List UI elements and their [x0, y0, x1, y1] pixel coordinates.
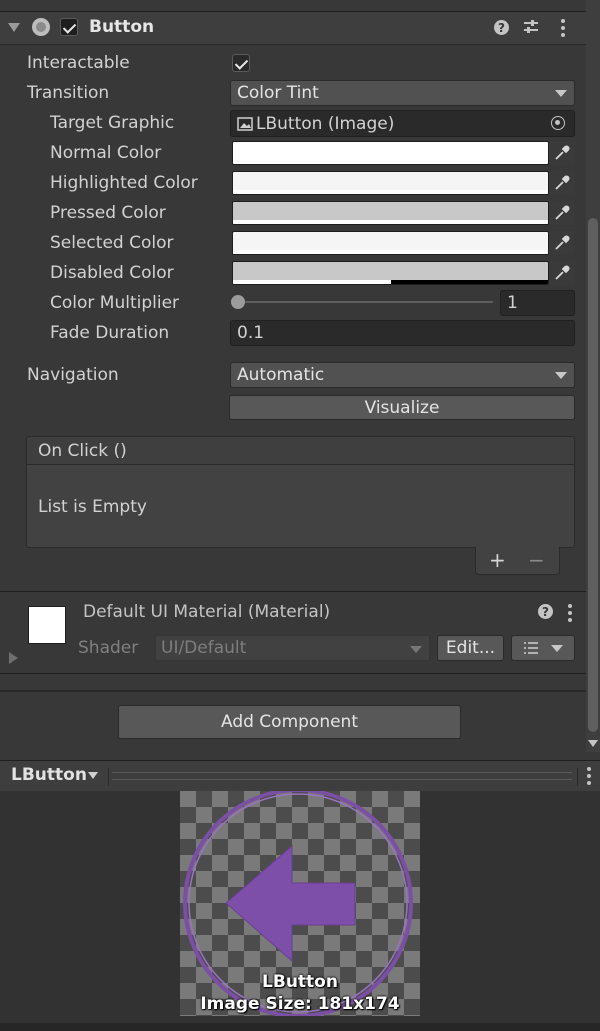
image-icon [237, 117, 253, 131]
target-graphic-value: LButton (Image) [256, 114, 395, 134]
remove-event-button[interactable]: − [528, 548, 545, 572]
preview-name-overlay: LButton [262, 972, 338, 992]
component-title: Button [89, 17, 155, 37]
selected-color-swatch[interactable] [232, 231, 549, 255]
highlighted-color-swatch[interactable] [232, 171, 549, 195]
eyedropper-icon[interactable] [549, 201, 575, 225]
interactable-checkbox[interactable] [232, 54, 250, 72]
disabled-color-swatch[interactable] [232, 261, 549, 285]
list-icon [524, 642, 538, 654]
chevron-down-icon [555, 372, 567, 379]
normal-color-swatch[interactable] [232, 141, 549, 165]
context-menu-icon[interactable] [561, 19, 565, 37]
on-click-header: On Click () [26, 436, 575, 465]
fade-duration-input[interactable]: 0.1 [230, 320, 575, 346]
fade-duration-label: Fade Duration [50, 323, 170, 343]
color-multiplier-slider-track[interactable] [238, 301, 493, 303]
shader-label: Shader [78, 638, 139, 658]
color-multiplier-label: Color Multiplier [50, 293, 180, 313]
list-empty-text: List is Empty [38, 497, 147, 517]
material-title: Default UI Material (Material) [83, 602, 331, 622]
disabled-color-label: Disabled Color [50, 263, 174, 283]
transition-value: Color Tint [237, 83, 319, 103]
scroll-down-arrow-icon[interactable] [588, 740, 598, 747]
shader-options-button[interactable] [511, 635, 575, 661]
on-click-list: List is Empty [26, 465, 575, 548]
target-graphic-label: Target Graphic [50, 113, 175, 133]
object-picker-icon[interactable] [551, 116, 565, 130]
navigation-label: Navigation [27, 365, 119, 385]
transition-label: Transition [27, 83, 110, 103]
component-enabled-checkbox[interactable] [60, 18, 78, 36]
on-click-title: On Click () [38, 441, 127, 461]
preview-resize-handle[interactable] [112, 772, 572, 780]
pressed-color-swatch[interactable] [232, 201, 549, 225]
navigation-dropdown[interactable]: Automatic [230, 362, 575, 388]
normal-color-label: Normal Color [50, 143, 162, 163]
foldout-arrow-icon[interactable] [9, 652, 18, 664]
scrollbar-thumb[interactable] [588, 218, 598, 732]
material-thumbnail [28, 606, 66, 644]
chevron-down-icon [410, 646, 422, 653]
context-menu-icon[interactable] [568, 604, 572, 622]
foldout-arrow-icon[interactable] [8, 23, 20, 32]
transition-dropdown[interactable]: Color Tint [230, 80, 575, 106]
chevron-down-icon[interactable] [88, 772, 98, 779]
add-component-button[interactable]: Add Component [118, 705, 461, 739]
shader-dropdown[interactable]: UI/Default [155, 635, 430, 661]
context-menu-icon[interactable] [587, 767, 591, 785]
pressed-color-label: Pressed Color [50, 203, 166, 223]
image-size-text: Image Size: 181x174 [200, 994, 400, 1014]
navigation-value: Automatic [237, 365, 325, 385]
preview-object-name[interactable]: LButton [11, 765, 87, 785]
visualize-button[interactable]: Visualize [229, 395, 575, 420]
eyedropper-icon[interactable] [549, 141, 575, 165]
eyedropper-icon[interactable] [549, 231, 575, 255]
color-multiplier-slider-knob[interactable] [231, 295, 245, 309]
target-graphic-field[interactable]: LButton (Image) [230, 110, 575, 137]
list-footer: + − [475, 547, 560, 575]
selected-color-label: Selected Color [50, 233, 174, 253]
color-multiplier-input[interactable]: 1 [500, 290, 575, 316]
component-icon [32, 18, 50, 36]
add-event-button[interactable]: + [489, 548, 506, 572]
help-icon[interactable]: ? [538, 604, 553, 619]
chevron-down-icon [551, 644, 563, 652]
edit-shader-button[interactable]: Edit... [437, 635, 504, 661]
shader-value: UI/Default [161, 638, 247, 658]
help-icon[interactable]: ? [494, 20, 509, 35]
eyedropper-icon[interactable] [549, 171, 575, 195]
chevron-down-icon [555, 90, 567, 97]
highlighted-color-label: Highlighted Color [50, 173, 198, 193]
presets-icon[interactable] [522, 18, 540, 36]
eyedropper-icon[interactable] [549, 261, 575, 285]
interactable-label: Interactable [27, 53, 130, 73]
